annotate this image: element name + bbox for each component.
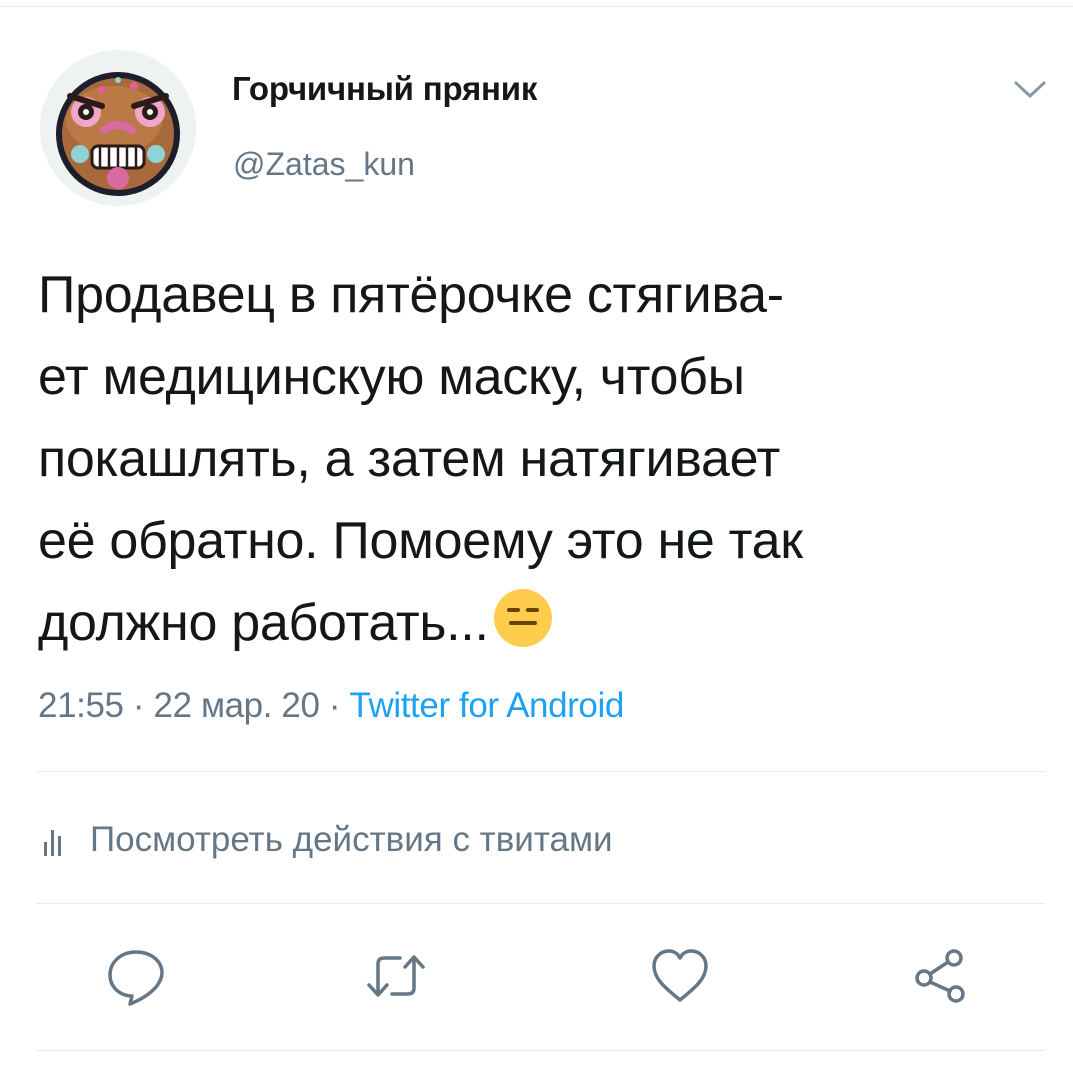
top-divider xyxy=(0,6,1073,7)
meta-separator: · xyxy=(319,686,350,725)
share-icon xyxy=(915,949,965,1003)
expressionless-face-emoji-icon xyxy=(493,588,553,648)
tweet-date: 22 мар. 20 xyxy=(153,686,320,725)
reply-button[interactable] xyxy=(104,944,168,1008)
analytics-bars-icon xyxy=(44,824,62,856)
tweet-meta: 21:55 · 22 мар. 20 · Twitter for Android xyxy=(38,686,624,726)
share-button[interactable] xyxy=(908,944,972,1008)
chevron-down-icon[interactable] xyxy=(1012,76,1048,104)
view-tweet-activity-label: Посмотреть действия с твитами xyxy=(90,820,613,859)
meta-separator: · xyxy=(123,686,154,725)
tweet-time: 21:55 xyxy=(38,686,124,725)
reply-icon xyxy=(108,950,164,1006)
divider xyxy=(36,903,1045,904)
avatar[interactable] xyxy=(40,50,196,206)
retweet-icon xyxy=(367,955,425,997)
author-display-name[interactable]: Горчичный пряник xyxy=(232,70,537,108)
retweet-button[interactable] xyxy=(364,944,428,1008)
heart-icon xyxy=(652,949,708,1002)
tweet-source-link[interactable]: Twitter for Android xyxy=(349,686,624,725)
like-button[interactable] xyxy=(648,944,712,1008)
divider xyxy=(36,771,1045,772)
gingerbread-avatar-image xyxy=(40,50,196,206)
tweet-detail: Горчичный пряник @Zatas_kun Продавец в п… xyxy=(0,0,1073,1073)
divider xyxy=(36,1050,1045,1051)
author-handle[interactable]: @Zatas_kun xyxy=(233,146,415,183)
tweet-body: Продавец в пятёрочке стягива- ет медицин… xyxy=(38,266,803,652)
tweet-text: Продавец в пятёрочке стягива- ет медицин… xyxy=(38,254,1048,664)
view-tweet-activity-button[interactable]: Посмотреть действия с твитами xyxy=(44,816,613,864)
